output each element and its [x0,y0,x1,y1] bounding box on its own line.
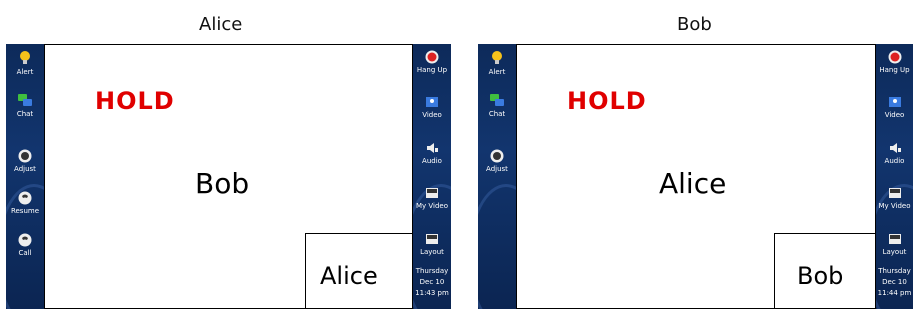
alert-label: Alert [16,68,34,76]
my-video-label: My Video [415,202,449,210]
clock-date: Dec 10 [882,278,907,286]
hang-up-label: Hang Up [879,66,910,74]
call-button[interactable]: Call [6,233,44,257]
left-toolbar: Alert Chat Adjust [478,44,516,309]
clock-date: Dec 10 [419,278,445,286]
hang-up-button[interactable]: Hang Up [876,50,913,74]
hangup-icon [888,50,901,64]
resume-button[interactable]: Resume [6,191,44,215]
chat-icon [18,94,32,106]
bulb-icon [20,51,30,64]
self-view: Bob [774,233,876,309]
chat-label: Chat [16,110,34,118]
clock: Thursday Dec 10 11:43 pm [413,266,451,299]
video-label: Video [422,111,442,119]
chat-button[interactable]: Chat [478,94,516,118]
panel-title: Bob [677,14,712,35]
adjust-icon [490,149,504,163]
clock-day: Thursday [878,267,911,275]
adjust-label: Adjust [486,165,508,173]
layout-icon [888,234,901,244]
my-video-button[interactable]: My Video [876,186,913,210]
clock-time: 11:44 pm [877,289,912,297]
audio-label: Audio [884,157,905,165]
chat-icon [490,94,504,106]
layout-label: Layout [882,248,907,256]
my-video-icon [426,188,438,198]
clock-time: 11:43 pm [415,289,449,297]
right-toolbar: Hang Up Video Audio My Video Layout Thur… [413,44,451,309]
self-view: Alice [305,233,413,309]
video-button[interactable]: Video [413,95,451,119]
video-button[interactable]: Video [876,95,913,119]
adjust-icon [18,149,32,163]
hold-indicator: HOLD [567,87,647,115]
panel-title: Alice [199,14,243,35]
call-screen: Alert Chat Adjust HOLD Alice Bob Hang Up [478,44,913,309]
my-video-label: My Video [878,202,911,210]
audio-label: Audio [422,157,442,165]
audio-icon [427,143,438,153]
adjust-button[interactable]: Adjust [478,149,516,173]
left-toolbar: Alert Chat Adjust Resume Call [6,44,44,309]
audio-button[interactable]: Audio [413,141,451,165]
remote-participant-name: Bob [195,167,250,200]
resume-icon [18,191,32,205]
video-icon [426,97,438,107]
remote-participant-name: Alice [659,167,727,200]
alert-label: Alert [488,68,506,76]
self-view-name: Alice [320,262,378,290]
adjust-button[interactable]: Adjust [6,149,44,173]
call-screen: Alert Chat Adjust Resume Call HOLD Bob A… [6,44,451,309]
bulb-icon [492,51,502,64]
right-toolbar: Hang Up Video Audio My Video Layout Thur… [876,44,913,309]
video-icon [888,97,901,107]
video-label: Video [884,111,905,119]
alert-button[interactable]: Alert [6,50,44,76]
hang-up-label: Hang Up [416,66,448,74]
audio-icon [889,143,901,153]
call-label: Call [18,249,32,257]
clock: Thursday Dec 10 11:44 pm [876,266,913,299]
hang-up-button[interactable]: Hang Up [413,50,451,74]
my-video-button[interactable]: My Video [413,186,451,210]
call-icon [18,233,32,247]
audio-button[interactable]: Audio [876,141,913,165]
clock-day: Thursday [415,267,449,275]
my-video-icon [888,188,901,198]
chat-label: Chat [488,110,506,118]
alert-button[interactable]: Alert [478,50,516,76]
self-view-name: Bob [797,262,844,290]
adjust-label: Adjust [14,165,36,173]
hangup-icon [425,50,439,64]
layout-button[interactable]: Layout [876,232,913,256]
resume-label: Resume [10,207,40,215]
layout-icon [426,234,438,244]
chat-button[interactable]: Chat [6,94,44,118]
layout-button[interactable]: Layout [413,232,451,256]
layout-label: Layout [420,248,444,256]
hold-indicator: HOLD [95,87,175,115]
